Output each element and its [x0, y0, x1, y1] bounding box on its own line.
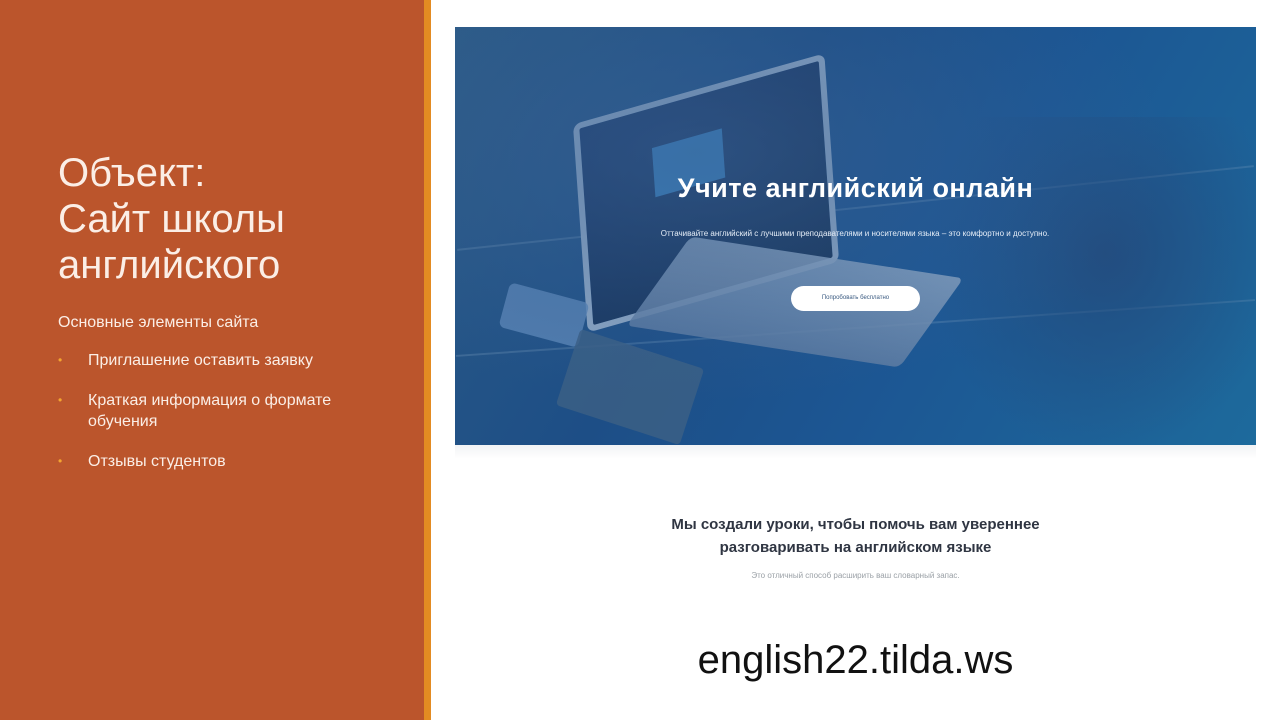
bullet-item: • Отзывы студентов: [58, 451, 378, 472]
small-note: Это отличный способ расширить ваш словар…: [751, 571, 960, 580]
bullet-text: Отзывы студентов: [88, 453, 226, 470]
lead-line: Мы создали уроки, чтобы помочь вам увере…: [671, 516, 1040, 533]
slide-title: Объект: Сайт школы английского: [58, 150, 398, 288]
section-divider: [455, 445, 1256, 459]
lead-text: Мы создали уроки, чтобы помочь вам увере…: [455, 513, 1256, 559]
try-free-button[interactable]: Попробовать бесплатно: [791, 286, 920, 311]
website-content: Мы создали уроки, чтобы помочь вам увере…: [455, 445, 1256, 605]
site-url: english22.tilda.ws: [697, 638, 1014, 682]
bullet-icon: •: [58, 393, 63, 407]
bullet-item: • Приглашение оставить заявку: [58, 350, 378, 371]
bullet-icon: •: [58, 454, 63, 468]
lead-line: разговаривать на английском языке: [719, 539, 992, 556]
slide-subtitle: Основные элементы сайта: [58, 314, 259, 331]
bullet-item: • Краткая информация о формате обучения: [58, 390, 378, 432]
hero-subtitle: Оттачивайте английский с лучшими препода…: [660, 229, 1050, 238]
hero-title: Учите английский онлайн: [677, 173, 1034, 203]
bullet-text: Краткая информация о формате обучения: [88, 392, 332, 430]
bullet-text: Приглашение оставить заявку: [88, 352, 313, 369]
bullet-icon: •: [58, 353, 63, 367]
bullet-list: • Приглашение оставить заявку • Краткая …: [58, 350, 378, 491]
slide-title-line: английского: [58, 243, 281, 287]
accent-bar: [424, 0, 431, 720]
slide-title-line: Сайт школы: [58, 197, 285, 241]
slide-title-line: Объект:: [58, 151, 206, 195]
left-panel: Объект: Сайт школы английского Основные …: [0, 0, 424, 720]
website-hero-screenshot: Учите английский онлайн Оттачивайте англ…: [455, 27, 1256, 445]
